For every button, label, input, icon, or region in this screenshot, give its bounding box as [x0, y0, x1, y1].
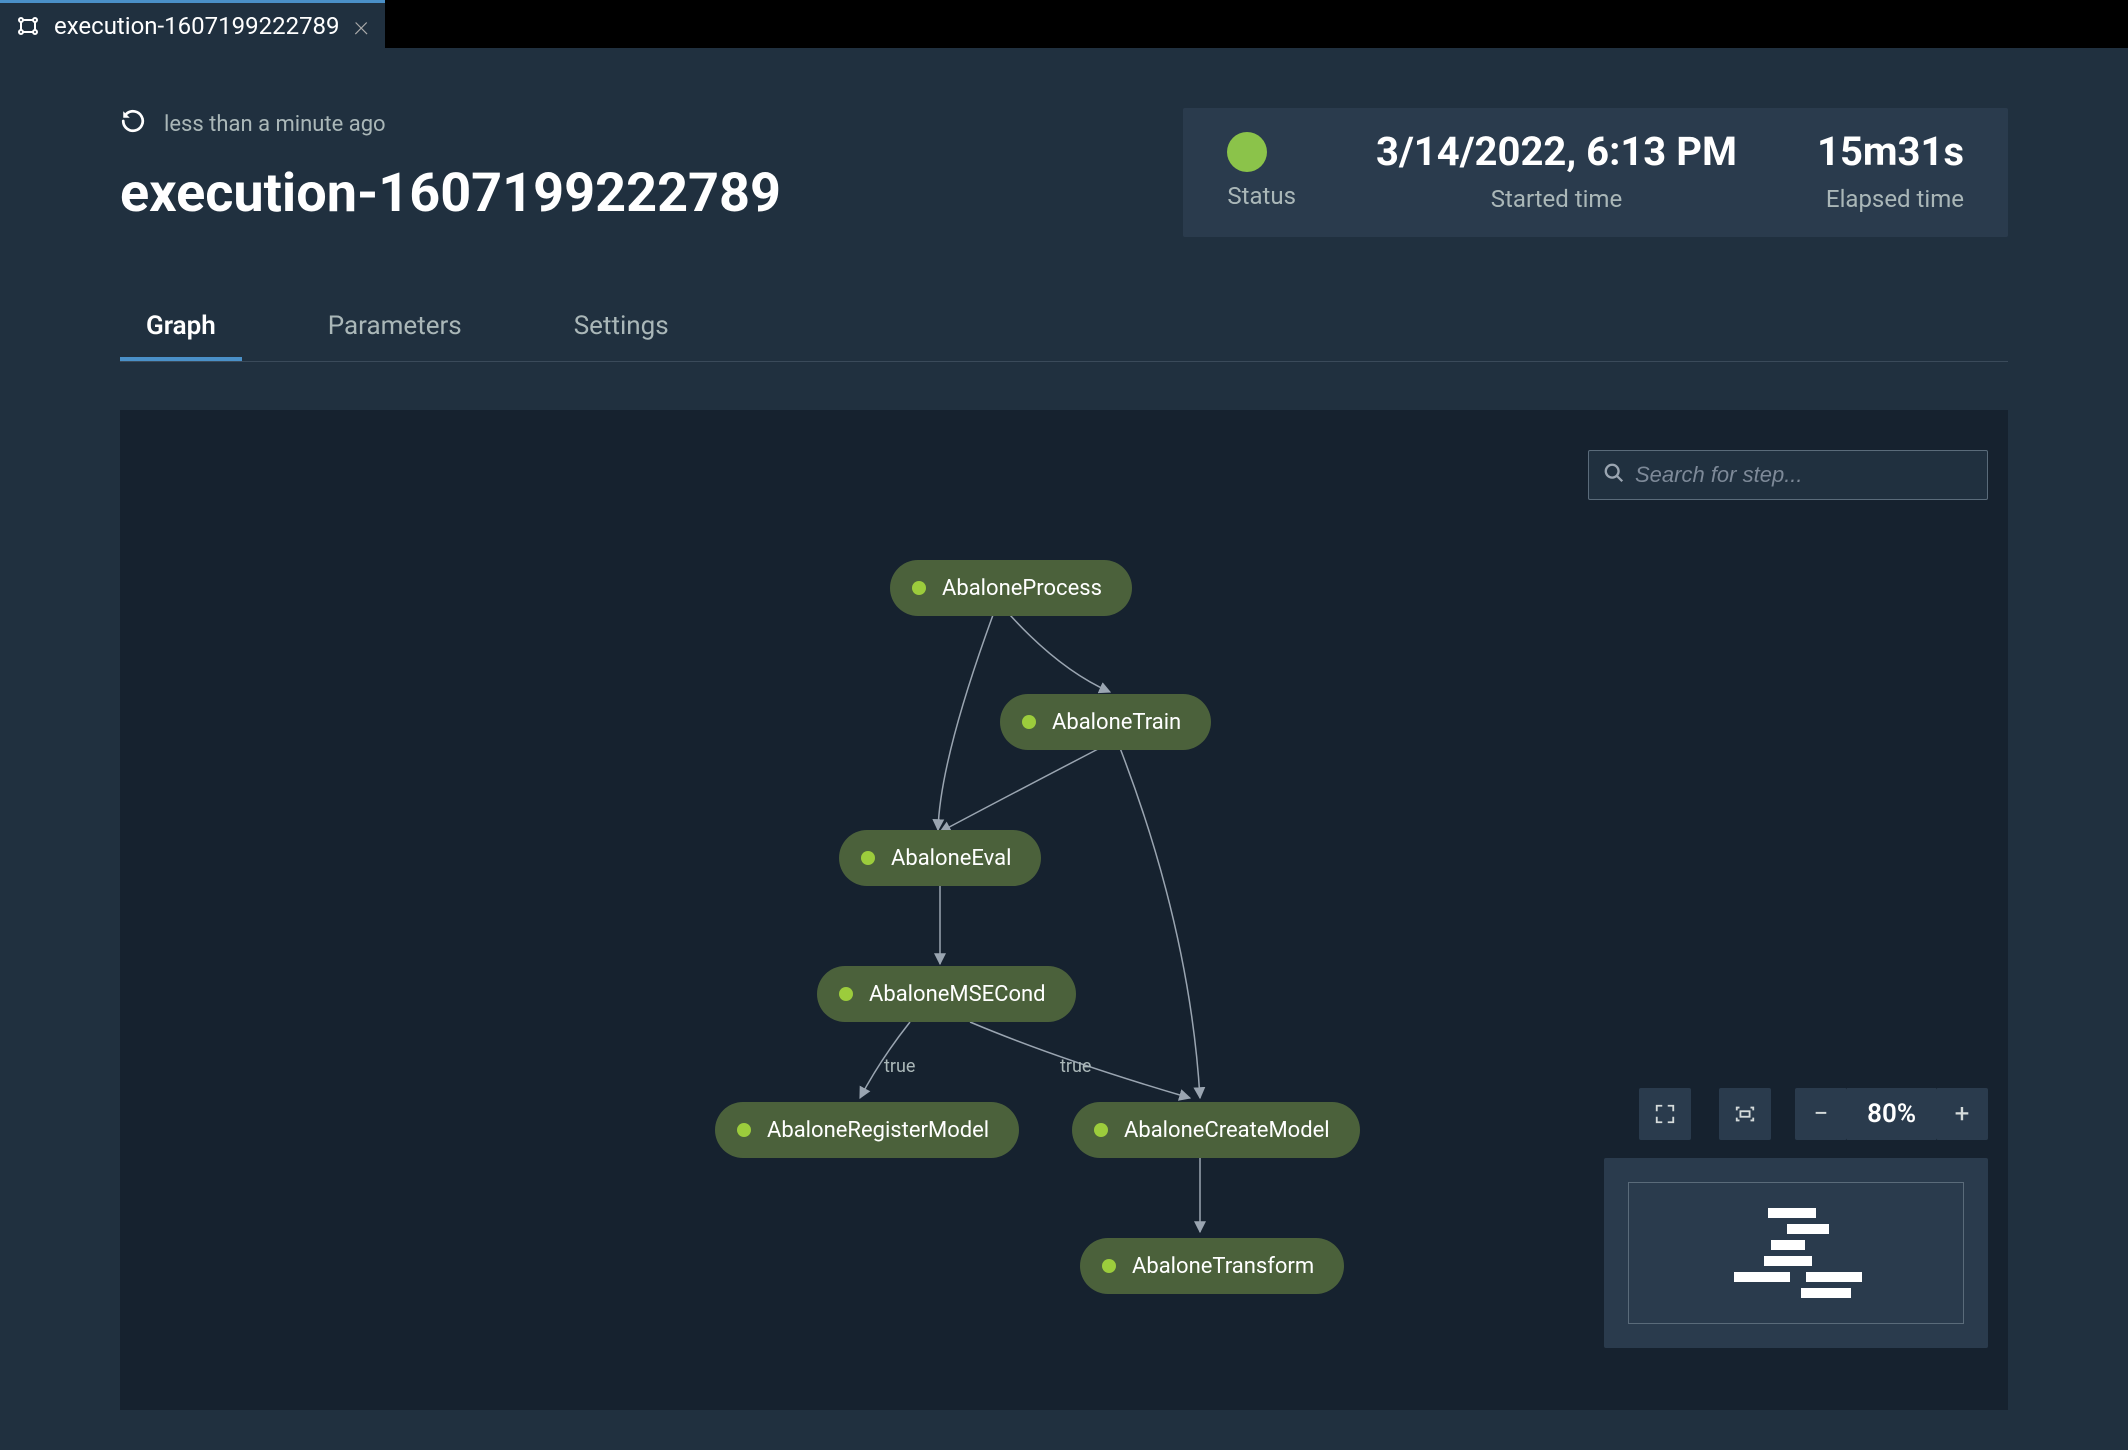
minimap[interactable]: [1604, 1158, 1988, 1348]
node-label: AbaloneTrain: [1052, 710, 1181, 735]
fullscreen-button[interactable]: [1639, 1088, 1691, 1140]
status-dot-icon: [912, 581, 926, 595]
node-label: AbaloneTransform: [1132, 1254, 1314, 1279]
status-dot-icon: [839, 987, 853, 1001]
zoom-in-button[interactable]: +: [1936, 1088, 1988, 1140]
status-indicator-icon: [1227, 132, 1267, 172]
node-label: AbaloneEval: [891, 846, 1011, 871]
node-abalone-msecond[interactable]: AbaloneMSECond: [817, 966, 1076, 1022]
window-tab[interactable]: execution-1607199222789 ×: [0, 0, 385, 48]
zoom-out-button[interactable]: −: [1795, 1088, 1847, 1140]
refresh-timestamp: less than a minute ago: [164, 112, 386, 137]
search-box[interactable]: [1588, 450, 1988, 500]
minimap-viewport: [1628, 1182, 1964, 1324]
node-abalone-transform[interactable]: AbaloneTransform: [1080, 1238, 1344, 1294]
zoom-controls: − 80% +: [1639, 1088, 1988, 1140]
edge-label-true: true: [1060, 1056, 1091, 1077]
tab-graph[interactable]: Graph: [120, 297, 242, 361]
refresh-icon[interactable]: [120, 108, 146, 140]
page-title: execution-1607199222789: [120, 162, 781, 225]
tab-title: execution-1607199222789: [54, 12, 340, 40]
node-abalone-train[interactable]: AbaloneTrain: [1000, 694, 1211, 750]
node-label: AbaloneProcess: [942, 576, 1102, 601]
status-dot-icon: [1102, 1259, 1116, 1273]
node-label: AbaloneCreateModel: [1124, 1118, 1330, 1143]
fit-button[interactable]: [1719, 1088, 1771, 1140]
started-time-value: 3/14/2022, 6:13 PM: [1376, 128, 1737, 175]
pipeline-icon: [16, 14, 40, 38]
tabs-nav: Graph Parameters Settings: [120, 297, 2008, 362]
search-input[interactable]: [1635, 462, 1973, 488]
status-label: Status: [1227, 182, 1296, 210]
status-dot-icon: [1094, 1123, 1108, 1137]
search-icon: [1603, 462, 1625, 488]
zoom-level: 80%: [1847, 1088, 1936, 1140]
node-abalone-process[interactable]: AbaloneProcess: [890, 560, 1132, 616]
tab-bar: execution-1607199222789 ×: [0, 0, 2128, 48]
status-dot-icon: [737, 1123, 751, 1137]
status-dot-icon: [861, 851, 875, 865]
node-label: AbaloneRegisterModel: [767, 1118, 989, 1143]
elapsed-time-label: Elapsed time: [1826, 185, 1964, 213]
status-card: Status 3/14/2022, 6:13 PM Started time 1…: [1183, 108, 2008, 237]
node-abalone-eval[interactable]: AbaloneEval: [839, 830, 1041, 886]
tab-parameters[interactable]: Parameters: [302, 297, 488, 361]
graph-canvas[interactable]: AbaloneProcess AbaloneTrain AbaloneEval …: [120, 410, 2008, 1410]
started-time-label: Started time: [1491, 185, 1622, 213]
status-dot-icon: [1022, 715, 1036, 729]
edge-label-true: true: [884, 1056, 915, 1077]
node-abalone-register-model[interactable]: AbaloneRegisterModel: [715, 1102, 1019, 1158]
elapsed-time-value: 15m31s: [1817, 128, 1964, 175]
tab-settings[interactable]: Settings: [548, 297, 695, 361]
node-abalone-create-model[interactable]: AbaloneCreateModel: [1072, 1102, 1360, 1158]
node-label: AbaloneMSECond: [869, 982, 1046, 1007]
close-icon[interactable]: ×: [354, 11, 370, 41]
